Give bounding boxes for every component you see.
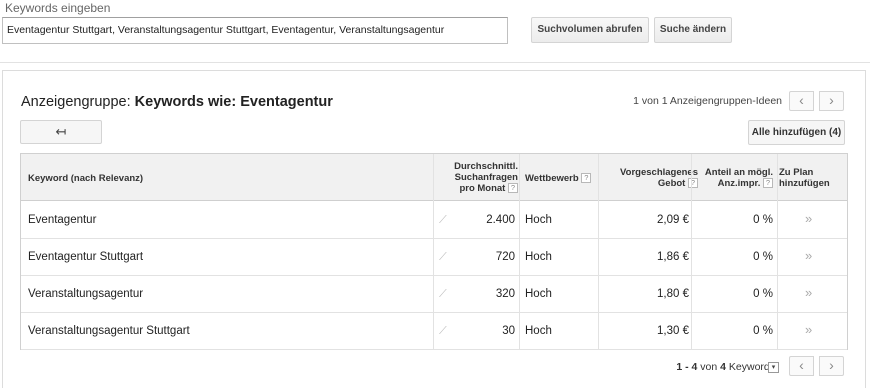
rows-dropdown-icon[interactable]: ▾ (768, 362, 779, 373)
add-to-plan-icon[interactable]: » (805, 202, 812, 239)
competition-cell: Hoch (525, 288, 552, 300)
column-divider (691, 154, 692, 349)
chevron-right-icon: › (829, 92, 834, 108)
trend-chart-icon[interactable]: ⟋ (439, 239, 447, 276)
ad-group-pager-text: 1 von 1 Anzeigengruppen-Ideen (633, 95, 782, 107)
impression-share-cell: 0 % (753, 325, 773, 337)
search-volume-cell: 720 (495, 251, 515, 263)
keyword-cell: Veranstaltungsagentur Stuttgart (28, 325, 190, 337)
column-divider (519, 154, 520, 349)
header-avg-searches-line1: Durchschnittl. (454, 161, 518, 172)
keyword-range: 1 - 4 (676, 361, 698, 373)
column-divider (433, 154, 434, 349)
keywords-label: Keywords eingeben (5, 1, 111, 15)
prev-ad-group-button[interactable]: ‹ (789, 91, 814, 111)
impression-share-cell: 0 % (753, 288, 773, 300)
ad-group-title-prefix: Anzeigengruppe: (21, 94, 135, 110)
table-row: Eventagentur Stuttgart ⟋ 720 Hoch 1,86 €… (21, 239, 847, 276)
header-avg-searches-line3: pro Monat (459, 183, 506, 194)
get-search-volume-button[interactable]: Suchvolumen abrufen (531, 17, 649, 43)
add-to-plan-icon[interactable]: » (805, 276, 812, 313)
header-suggested-bid[interactable]: Vorgeschlagenes Gebot ? (601, 167, 698, 189)
column-divider (598, 154, 599, 349)
back-arrow-icon: ↤ (55, 124, 67, 139)
search-volume-cell: 320 (495, 288, 515, 300)
top-divider (0, 62, 870, 63)
competition-cell: Hoch (525, 325, 552, 337)
column-divider (777, 154, 778, 349)
next-ad-group-button[interactable]: › (819, 91, 844, 111)
chevron-left-icon: ‹ (799, 92, 804, 108)
trend-chart-icon[interactable]: ⟋ (439, 276, 447, 313)
chevron-left-icon: ‹ (799, 357, 804, 373)
next-page-button[interactable]: › (819, 356, 844, 376)
header-impression-share-line2: Anz.impr. (717, 178, 761, 189)
help-icon[interactable]: ? (508, 183, 518, 194)
header-competition[interactable]: Wettbewerb ? (525, 173, 592, 184)
modify-search-button[interactable]: Suche ändern (654, 17, 732, 43)
trend-chart-icon[interactable]: ⟋ (439, 313, 447, 350)
impression-share-cell: 0 % (753, 214, 773, 226)
search-volume-cell: 30 (502, 325, 515, 337)
suggested-bid-cell: 1,30 € (657, 325, 689, 337)
competition-cell: Hoch (525, 251, 552, 263)
chevron-right-icon: › (829, 357, 834, 373)
search-volume-cell: 2.400 (486, 214, 515, 226)
suggested-bid-cell: 1,86 € (657, 251, 689, 263)
suggested-bid-cell: 1,80 € (657, 288, 689, 300)
header-impression-share-line1: Anteil an mögl. (704, 167, 773, 178)
table-header: Keyword (nach Relevanz) Durchschnittl. S… (21, 154, 847, 201)
ad-group-title: Anzeigengruppe: Keywords wie: Eventagent… (21, 94, 333, 110)
competition-cell: Hoch (525, 214, 552, 226)
keyword-table: Keyword (nach Relevanz) Durchschnittl. S… (20, 153, 848, 350)
header-add-to-plan: Zu Plan hinzufügen (779, 167, 849, 189)
add-to-plan-icon[interactable]: » (805, 313, 812, 350)
keyword-total: 4 (720, 361, 726, 373)
header-suggested-bid-line2: Gebot (657, 178, 686, 189)
header-avg-searches[interactable]: Durchschnittl. Suchanfragen pro Monat ? (433, 161, 518, 194)
suggested-bid-cell: 2,09 € (657, 214, 689, 226)
header-keyword[interactable]: Keyword (nach Relevanz) (28, 173, 143, 184)
prev-page-button[interactable]: ‹ (789, 356, 814, 376)
impression-share-cell: 0 % (753, 251, 773, 263)
header-suggested-bid-line1: Vorgeschlagenes (620, 167, 698, 178)
help-icon[interactable]: ? (763, 178, 773, 189)
add-all-button[interactable]: Alle hinzufügen (4) (748, 120, 845, 145)
keyword-cell: Veranstaltungsagentur (28, 288, 144, 300)
keyword-cell: Eventagentur Stuttgart (28, 251, 144, 263)
ad-group-name: Keywords wie: Eventagentur (134, 94, 333, 110)
keywords-input[interactable]: Eventagentur Stuttgart, Veranstaltungsag… (2, 17, 508, 44)
trend-chart-icon[interactable]: ⟋ (439, 202, 447, 239)
pager-of: von (700, 361, 718, 373)
header-impression-share[interactable]: Anteil an mögl. Anz.impr. ? (703, 167, 773, 189)
keyword-cell: Eventagentur (28, 214, 97, 226)
header-add-to-plan-line1: Zu Plan (779, 167, 814, 178)
help-icon[interactable]: ? (688, 178, 698, 189)
header-competition-label: Wettbewerb (525, 173, 579, 184)
table-row: Eventagentur ⟋ 2.400 Hoch 2,09 € 0 % » (21, 202, 847, 239)
header-add-to-plan-line2: hinzufügen (779, 178, 830, 189)
table-row: Veranstaltungsagentur ⟋ 320 Hoch 1,80 € … (21, 276, 847, 313)
header-avg-searches-line2: Suchanfragen (454, 172, 518, 183)
back-button[interactable]: ↤ (20, 120, 102, 144)
table-row: Veranstaltungsagentur Stuttgart ⟋ 30 Hoc… (21, 313, 847, 350)
help-icon[interactable]: ? (581, 173, 592, 184)
keyword-pager-text: 1 - 4 von 4 Keywords (600, 361, 775, 373)
add-to-plan-icon[interactable]: » (805, 239, 812, 276)
